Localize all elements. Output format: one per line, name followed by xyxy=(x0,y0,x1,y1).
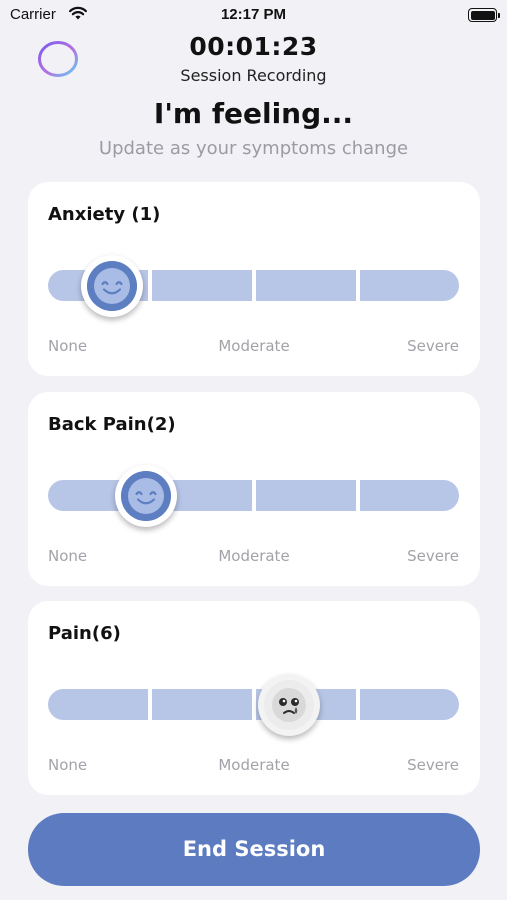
session-timer: 00:01:23 xyxy=(189,32,318,61)
battery-icon xyxy=(468,8,500,22)
smiling-face-icon xyxy=(87,261,137,311)
status-time: 12:17 PM xyxy=(220,6,287,23)
slider-segment[interactable] xyxy=(256,270,356,301)
slider-segment[interactable] xyxy=(152,270,252,301)
symptom-card-back-pain: Back Pain(2) None Moderate Severe xyxy=(28,392,480,586)
severity-slider-track[interactable] xyxy=(48,255,459,317)
slider-segment[interactable] xyxy=(360,480,459,511)
scale-label-severe: Severe xyxy=(407,547,459,565)
severity-slider-track[interactable] xyxy=(48,465,459,527)
crying-face-icon xyxy=(264,680,314,730)
scale-label-severe: Severe xyxy=(407,337,459,355)
slider-segment[interactable] xyxy=(152,689,252,720)
end-session-button[interactable]: End Session xyxy=(28,813,480,886)
status-bar: Carrier 12:17 PM xyxy=(0,0,507,30)
symptom-card-anxiety: Anxiety (1) None Moderate Severe xyxy=(28,182,480,376)
page-subtitle: Update as your symptoms change xyxy=(98,138,409,159)
session-label: Session Recording xyxy=(180,66,327,85)
symptom-card-pain: Pain(6) None Moderate Severe xyxy=(28,601,480,795)
slider-thumb[interactable] xyxy=(258,674,320,736)
slider-segment[interactable] xyxy=(48,689,148,720)
severity-slider-track[interactable] xyxy=(48,674,459,736)
symptom-title: Back Pain(2) xyxy=(48,414,176,435)
symptom-title: Anxiety (1) xyxy=(48,204,161,225)
slider-thumb[interactable] xyxy=(115,465,177,527)
slider-segment[interactable] xyxy=(256,480,356,511)
slider-segment[interactable] xyxy=(360,689,459,720)
smiling-face-icon xyxy=(121,471,171,521)
scale-label-severe: Severe xyxy=(407,756,459,774)
symptom-title: Pain(6) xyxy=(48,623,121,644)
slider-segment[interactable] xyxy=(360,270,459,301)
slider-thumb[interactable] xyxy=(81,255,143,317)
page-title: I'm feeling... xyxy=(153,97,354,130)
